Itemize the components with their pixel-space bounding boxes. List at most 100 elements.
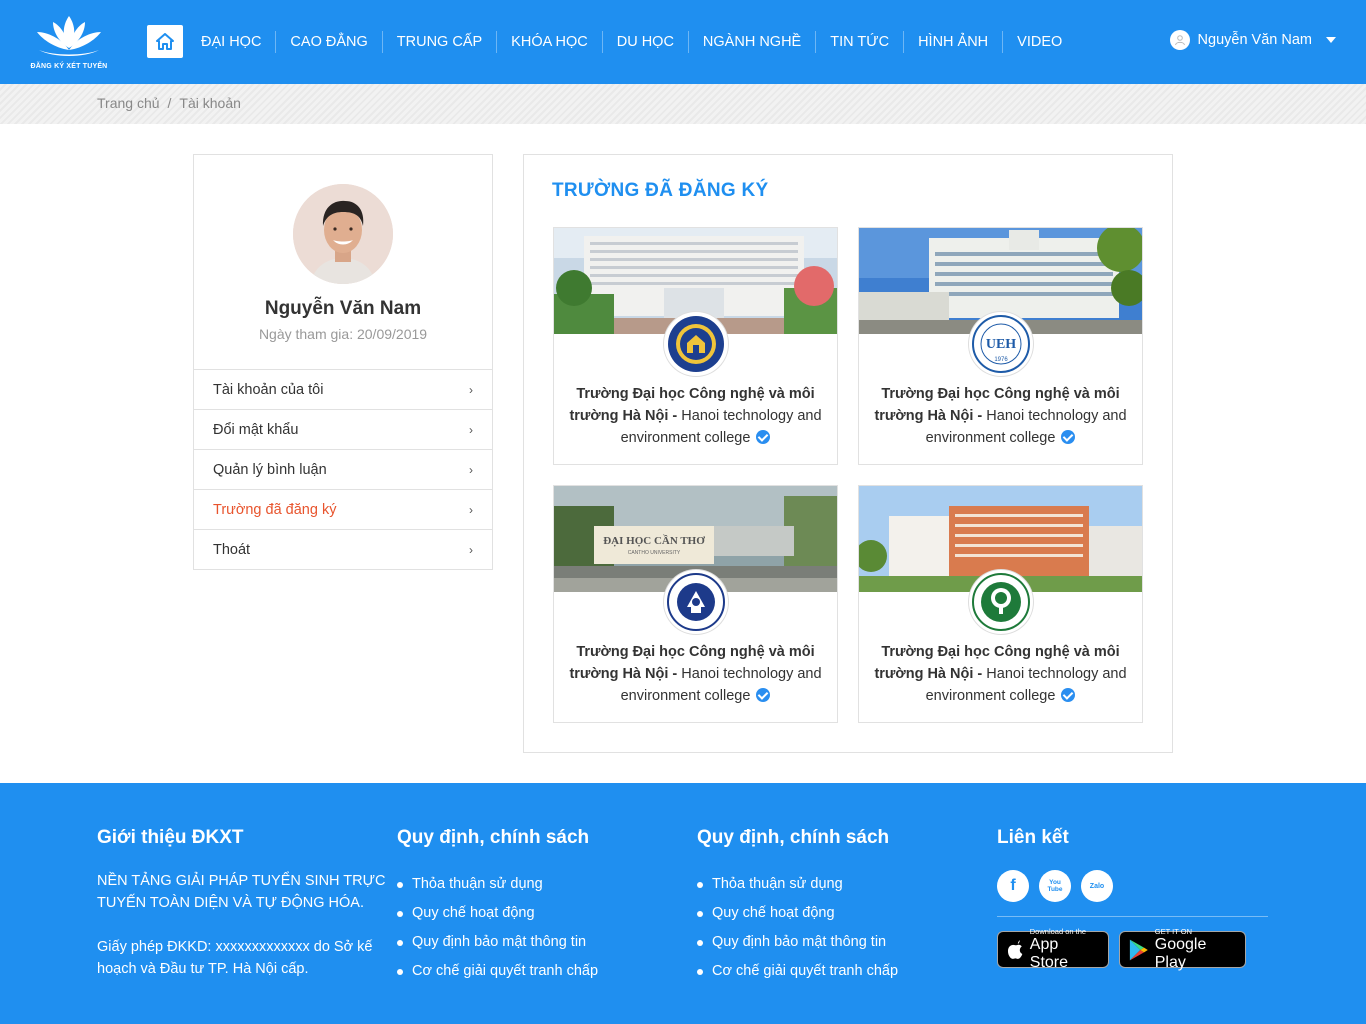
profile-join-date: Ngày tham gia: 20/09/2019	[258, 326, 428, 342]
logo-text: ĐĂNG KÝ XÉT TUYỂN	[30, 63, 108, 70]
google-play-icon	[1129, 939, 1148, 960]
nav-trung-cap[interactable]: TRUNG CẤP	[381, 31, 496, 53]
school-photo-subtext: CANTHO UNIVERSITY	[628, 550, 681, 556]
side-item-label: Đổi mật khẩu	[213, 421, 299, 438]
user-name: Nguyễn Văn Nam	[1197, 32, 1312, 48]
side-item-label: Quản lý bình luận	[213, 461, 327, 478]
app-store-badges: Download on the App Store GET IT ON Goog…	[997, 927, 1277, 971]
chevron-right-icon: ›	[469, 542, 473, 557]
footer-link-list: Thỏa thuận sử dụng Quy chế hoạt động Quy…	[697, 870, 987, 986]
nav-du-hoc[interactable]: DU HỌC	[601, 31, 688, 53]
side-item-change-password[interactable]: Đổi mật khẩu ›	[194, 409, 492, 449]
school-card-text: Trường Đại học Công nghệ và môi trường H…	[569, 383, 822, 449]
footer-col-policy-1: Quy định, chính sách Thỏa thuận sử dụng …	[397, 827, 687, 986]
profile-name: Nguyễn Văn Nam	[264, 298, 422, 319]
school-card-text: Trường Đại học Công nghệ và môi trường H…	[874, 641, 1127, 707]
school-card[interactable]: UEH 1976 Trường Đại học Công nghệ và môi…	[858, 227, 1143, 465]
school-card[interactable]: ĐẠI HỌC CẦN THƠ CANTHO UNIVERSITY Trường…	[553, 485, 838, 723]
footer-link[interactable]: Cơ chế giải quyết tranh chấp	[697, 957, 987, 986]
youtube-icon[interactable]: You Tube	[1039, 870, 1071, 902]
lotus-logo-icon	[37, 16, 101, 56]
side-item-registered-schools[interactable]: Trường đã đăng ký ›	[194, 489, 492, 529]
footer-link[interactable]: Cơ chế giải quyết tranh chấp	[397, 957, 687, 986]
nav-hinh-anh[interactable]: HÌNH ẢNH	[903, 31, 1002, 53]
side-item-label: Tài khoản của tôi	[213, 381, 324, 398]
home-icon	[156, 33, 174, 50]
registered-schools-panel: TRƯỜNG ĐÃ ĐĂNG KÝ Trường Đại học Công ng…	[523, 154, 1173, 753]
verified-check-icon	[756, 430, 771, 444]
school-card-text: Trường Đại học Công nghệ và môi trường H…	[874, 383, 1127, 449]
home-button[interactable]	[147, 25, 183, 58]
footer-link[interactable]: Quy chế hoạt động	[397, 899, 687, 928]
footer-col-policy-2: Quy định, chính sách Thỏa thuận sử dụng …	[697, 827, 987, 986]
footer-link[interactable]: Thỏa thuận sử dụng	[397, 870, 687, 899]
breadcrumb-home[interactable]: Trang chủ	[97, 95, 160, 111]
user-icon	[1169, 30, 1190, 50]
side-item-label: Trường đã đăng ký	[213, 501, 337, 518]
side-menu: Tài khoản của tôi › Đổi mật khẩu › Quản …	[194, 369, 492, 569]
footer-title: Liên kết	[997, 827, 1069, 848]
app-store-button[interactable]: Download on the App Store	[997, 927, 1109, 971]
chevron-right-icon: ›	[469, 462, 473, 477]
account-sidebar: Nguyễn Văn Nam Ngày tham gia: 20/09/2019…	[193, 154, 493, 570]
breadcrumb-bar: Trang chủ / Tài khoản	[0, 84, 1366, 124]
breadcrumb-current: Tài khoản	[179, 95, 241, 111]
site-footer: Giới thiệu ĐKXT NỀN TẢNG GIẢI PHÁP TUYỂN…	[0, 783, 1366, 1024]
footer-link[interactable]: Quy định bảo mật thông tin	[397, 928, 687, 957]
nav-tin-tuc[interactable]: TIN TỨC	[815, 31, 903, 53]
footer-title: Quy định, chính sách	[697, 827, 890, 848]
breadcrumb-separator: /	[167, 95, 172, 111]
school-dash: -	[973, 408, 987, 424]
side-item-logout[interactable]: Thoát ›	[194, 529, 492, 569]
main-nav: ĐẠI HỌC CAO ĐẲNG TRUNG CẤP KHÓA HỌC DU H…	[187, 29, 1076, 55]
footer-link-list: Thỏa thuận sử dụng Quy chế hoạt động Quy…	[397, 870, 687, 986]
nav-dai-hoc[interactable]: ĐẠI HỌC	[187, 31, 275, 53]
user-menu[interactable]: Nguyễn Văn Nam	[1169, 30, 1336, 50]
nav-nganh-nghe[interactable]: NGÀNH NGHỀ	[687, 31, 815, 53]
side-item-label: Thoát	[213, 541, 251, 558]
nav-video[interactable]: VIDEO	[1002, 31, 1076, 53]
zalo-icon[interactable]: Zalo	[1081, 870, 1113, 902]
breadcrumb: Trang chủ / Tài khoản	[97, 95, 241, 111]
footer-link[interactable]: Quy định bảo mật thông tin	[697, 928, 987, 957]
site-logo[interactable]: ĐĂNG KÝ XÉT TUYỂN	[28, 12, 110, 74]
school-card[interactable]: Trường Đại học Công nghệ và môi trường H…	[553, 227, 838, 465]
footer-col-about: Giới thiệu ĐKXT NỀN TẢNG GIẢI PHÁP TUYỂN…	[97, 827, 387, 980]
nav-khoa-hoc[interactable]: KHÓA HỌC	[496, 31, 602, 53]
panel-title: TRƯỜNG ĐÃ ĐĂNG KÝ	[552, 180, 769, 201]
footer-title: Quy định, chính sách	[397, 827, 590, 848]
school-card[interactable]: Trường Đại học Công nghệ và môi trường H…	[858, 485, 1143, 723]
school-logo	[969, 570, 1033, 634]
school-dash: -	[973, 666, 987, 682]
school-logo	[664, 312, 728, 376]
facebook-label: f	[1010, 877, 1016, 894]
app-store-big: App Store	[1029, 936, 1069, 971]
school-logo: UEH 1976	[969, 312, 1033, 376]
school-dash: -	[668, 408, 682, 424]
google-play-button[interactable]: GET IT ON Google Play	[1119, 927, 1246, 971]
caret-down-icon	[1326, 37, 1336, 43]
verified-check-icon	[1061, 430, 1076, 444]
footer-link[interactable]: Thỏa thuận sử dụng	[697, 870, 987, 899]
footer-title: Giới thiệu ĐKXT	[97, 827, 244, 848]
youtube-label: You Tube	[1047, 879, 1063, 893]
side-item-my-account[interactable]: Tài khoản của tôi ›	[194, 369, 492, 409]
nav-cao-dang[interactable]: CAO ĐẲNG	[275, 31, 381, 53]
side-item-manage-comments[interactable]: Quản lý bình luận ›	[194, 449, 492, 489]
apple-icon	[1007, 939, 1023, 959]
footer-license: Giấy phép ĐKKD: xxxxxxxxxxxxx do Sở kế h…	[97, 939, 373, 977]
verified-check-icon	[756, 688, 771, 702]
footer-divider	[997, 916, 1268, 917]
footer-col-links: Liên kết f You Tube Zalo Download on the	[997, 827, 1277, 971]
footer-link[interactable]: Quy chế hoạt động	[697, 899, 987, 928]
school-logo-year: 1976	[994, 357, 1008, 363]
footer-tagline: NỀN TẢNG GIẢI PHÁP TUYỂN SINH TRỰC TUYẾN…	[97, 873, 386, 911]
social-links: f You Tube Zalo	[997, 870, 1277, 902]
app-store-small: Download on the	[1029, 927, 1087, 936]
verified-check-icon	[1061, 688, 1076, 702]
google-play-big: Google Play	[1154, 936, 1207, 971]
avatar	[293, 184, 393, 284]
site-header: ĐĂNG KÝ XÉT TUYỂN ĐẠI HỌC CAO ĐẲNG TRUNG…	[0, 0, 1366, 84]
facebook-icon[interactable]: f	[997, 870, 1029, 902]
school-photo-text: ĐẠI HỌC CẦN THƠ	[603, 534, 705, 547]
